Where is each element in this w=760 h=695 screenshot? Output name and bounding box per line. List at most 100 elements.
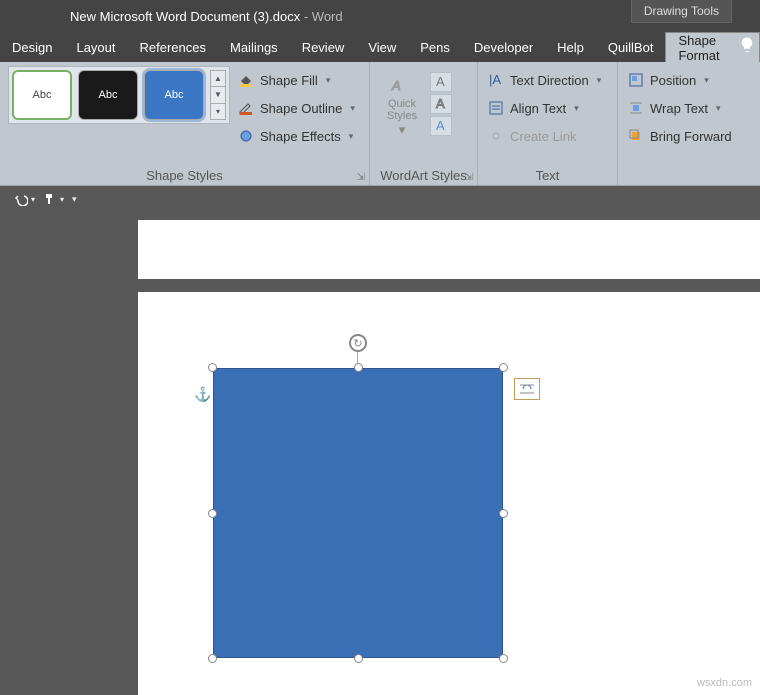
ribbon-tabs: Design Layout References Mailings Review… bbox=[0, 32, 760, 62]
shape-fill-label: Shape Fill bbox=[260, 73, 318, 88]
align-text-label: Align Text bbox=[510, 101, 566, 116]
group-text: |A Text Direction▾ Align Text ▾ Create Li… bbox=[478, 62, 618, 185]
text-fill-icon: A bbox=[434, 75, 448, 89]
selected-shape[interactable]: ↻ bbox=[213, 368, 503, 658]
chevron-down-icon: ▾ bbox=[716, 103, 721, 114]
position-icon bbox=[628, 72, 644, 88]
chevron-down-icon: ▾ bbox=[399, 122, 406, 138]
document-title: New Microsoft Word Document (3).docx - W… bbox=[0, 9, 343, 24]
resize-handle-br[interactable] bbox=[499, 654, 508, 663]
format-painter-button[interactable]: ▾ bbox=[43, 192, 64, 206]
wrap-text-icon bbox=[628, 100, 644, 116]
position-label: Position bbox=[650, 73, 696, 88]
rectangle-shape[interactable] bbox=[213, 368, 503, 658]
pencil-outline-icon bbox=[238, 100, 254, 116]
bring-forward-label: Bring Forward bbox=[650, 129, 732, 144]
tab-quillbot[interactable]: QuillBot bbox=[596, 32, 666, 62]
shape-style-thumb-3[interactable]: Abc bbox=[144, 70, 204, 120]
tab-references[interactable]: References bbox=[128, 32, 218, 62]
tab-design[interactable]: Design bbox=[0, 32, 64, 62]
chevron-down-icon: ▾ bbox=[704, 75, 709, 86]
shape-effects-label: Shape Effects bbox=[260, 129, 341, 144]
tab-layout[interactable]: Layout bbox=[64, 32, 127, 62]
group-arrange: Position ▾ Wrap Text▾ Bring Forward bbox=[618, 62, 760, 185]
layout-options-button[interactable] bbox=[514, 378, 540, 400]
create-link-label: Create Link bbox=[510, 129, 576, 144]
contextual-tab-label: Drawing Tools bbox=[631, 0, 732, 23]
quick-styles-button: A Quick Styles ▾ bbox=[378, 66, 426, 138]
chevron-down-icon: ▾ bbox=[597, 75, 602, 86]
layout-options-icon bbox=[518, 382, 536, 396]
link-icon bbox=[488, 128, 504, 144]
resize-handle-ml[interactable] bbox=[208, 509, 217, 518]
resize-handle-bm[interactable] bbox=[354, 654, 363, 663]
text-direction-icon: |A bbox=[488, 72, 504, 88]
gallery-scroll-down-icon[interactable]: ▼ bbox=[211, 87, 225, 103]
shape-style-thumb-1[interactable]: Abc bbox=[12, 70, 72, 120]
resize-handle-mr[interactable] bbox=[499, 509, 508, 518]
effects-icon bbox=[238, 128, 254, 144]
gallery-scroll: ▲ ▼ ▾ bbox=[210, 70, 226, 120]
svg-text:|A: |A bbox=[489, 72, 501, 87]
tab-view[interactable]: View bbox=[356, 32, 408, 62]
group-label-text: Text bbox=[536, 168, 560, 183]
gallery-scroll-up-icon[interactable]: ▲ bbox=[211, 71, 225, 87]
position-button[interactable]: Position ▾ bbox=[626, 68, 734, 92]
watermark-text: wsxdn.com bbox=[697, 677, 752, 689]
shape-fill-button[interactable]: Shape Fill ▾ bbox=[236, 68, 357, 92]
shape-style-gallery[interactable]: Abc Abc Abc ▲ ▼ ▾ bbox=[8, 66, 230, 124]
svg-text:A: A bbox=[436, 97, 445, 111]
document-area: ⚓ ↻ wsxdn.com bbox=[0, 212, 760, 695]
bring-forward-icon bbox=[628, 128, 644, 144]
chevron-down-icon: ▾ bbox=[350, 103, 355, 114]
title-separator: - bbox=[300, 9, 312, 24]
group-wordart-styles: A Quick Styles ▾ A A A WordArt Styles⇲ bbox=[370, 62, 478, 185]
tab-review[interactable]: Review bbox=[290, 32, 357, 62]
tab-mailings[interactable]: Mailings bbox=[218, 32, 290, 62]
text-outline-mini-button[interactable]: A bbox=[430, 94, 452, 114]
app-name: Word bbox=[312, 9, 343, 24]
svg-text:A: A bbox=[436, 75, 445, 89]
tell-me-icon[interactable] bbox=[738, 36, 756, 57]
document-page[interactable]: ⚓ ↻ bbox=[138, 292, 760, 695]
align-text-button[interactable]: Align Text ▾ bbox=[486, 96, 603, 120]
bring-forward-button[interactable]: Bring Forward bbox=[626, 124, 734, 148]
wordart-a-icon: A bbox=[388, 70, 416, 98]
wrap-text-button[interactable]: Wrap Text▾ bbox=[626, 96, 734, 120]
resize-handle-bl[interactable] bbox=[208, 654, 217, 663]
dialog-launcher-icon[interactable]: ⇲ bbox=[465, 169, 473, 187]
resize-handle-tr[interactable] bbox=[499, 363, 508, 372]
text-effects-icon: A bbox=[434, 119, 448, 133]
page-top-strip bbox=[138, 220, 760, 279]
rotate-handle[interactable]: ↻ bbox=[349, 334, 367, 352]
title-bar: New Microsoft Word Document (3).docx - W… bbox=[0, 0, 760, 32]
qat-more-button[interactable]: ▾ bbox=[72, 194, 77, 205]
resize-handle-tl[interactable] bbox=[208, 363, 217, 372]
text-direction-button[interactable]: |A Text Direction▾ bbox=[486, 68, 603, 92]
shape-outline-button[interactable]: Shape Outline ▾ bbox=[236, 96, 357, 120]
svg-text:A: A bbox=[391, 78, 401, 93]
quick-access-toolbar: ▾ ▾ ▾ bbox=[0, 186, 760, 212]
chevron-down-icon: ▾ bbox=[326, 75, 331, 86]
ribbon: Abc Abc Abc ▲ ▼ ▾ Shape Fill ▾ Shape Outl… bbox=[0, 62, 760, 186]
anchor-icon: ⚓ bbox=[194, 386, 211, 403]
text-fill-mini-button[interactable]: A bbox=[430, 72, 452, 92]
wordart-mini-buttons: A A A bbox=[426, 66, 452, 136]
text-outline-icon: A bbox=[434, 97, 448, 111]
svg-text:A: A bbox=[436, 119, 445, 133]
text-effects-mini-button[interactable]: A bbox=[430, 116, 452, 136]
shape-style-thumb-2[interactable]: Abc bbox=[78, 70, 138, 120]
tab-developer[interactable]: Developer bbox=[462, 32, 545, 62]
chevron-down-icon: ▾ bbox=[574, 103, 579, 114]
resize-handle-tm[interactable] bbox=[354, 363, 363, 372]
tab-help[interactable]: Help bbox=[545, 32, 596, 62]
shape-outline-label: Shape Outline bbox=[260, 101, 342, 116]
undo-button[interactable]: ▾ bbox=[14, 192, 35, 206]
create-link-button: Create Link bbox=[486, 124, 603, 148]
gallery-more-icon[interactable]: ▾ bbox=[211, 104, 225, 119]
shape-effects-button[interactable]: Shape Effects▾ bbox=[236, 124, 357, 148]
group-shape-styles: Abc Abc Abc ▲ ▼ ▾ Shape Fill ▾ Shape Outl… bbox=[0, 62, 370, 185]
tab-pens[interactable]: Pens bbox=[408, 32, 462, 62]
dialog-launcher-icon[interactable]: ⇲ bbox=[357, 169, 365, 187]
group-label-wordart: WordArt Styles bbox=[380, 168, 466, 183]
